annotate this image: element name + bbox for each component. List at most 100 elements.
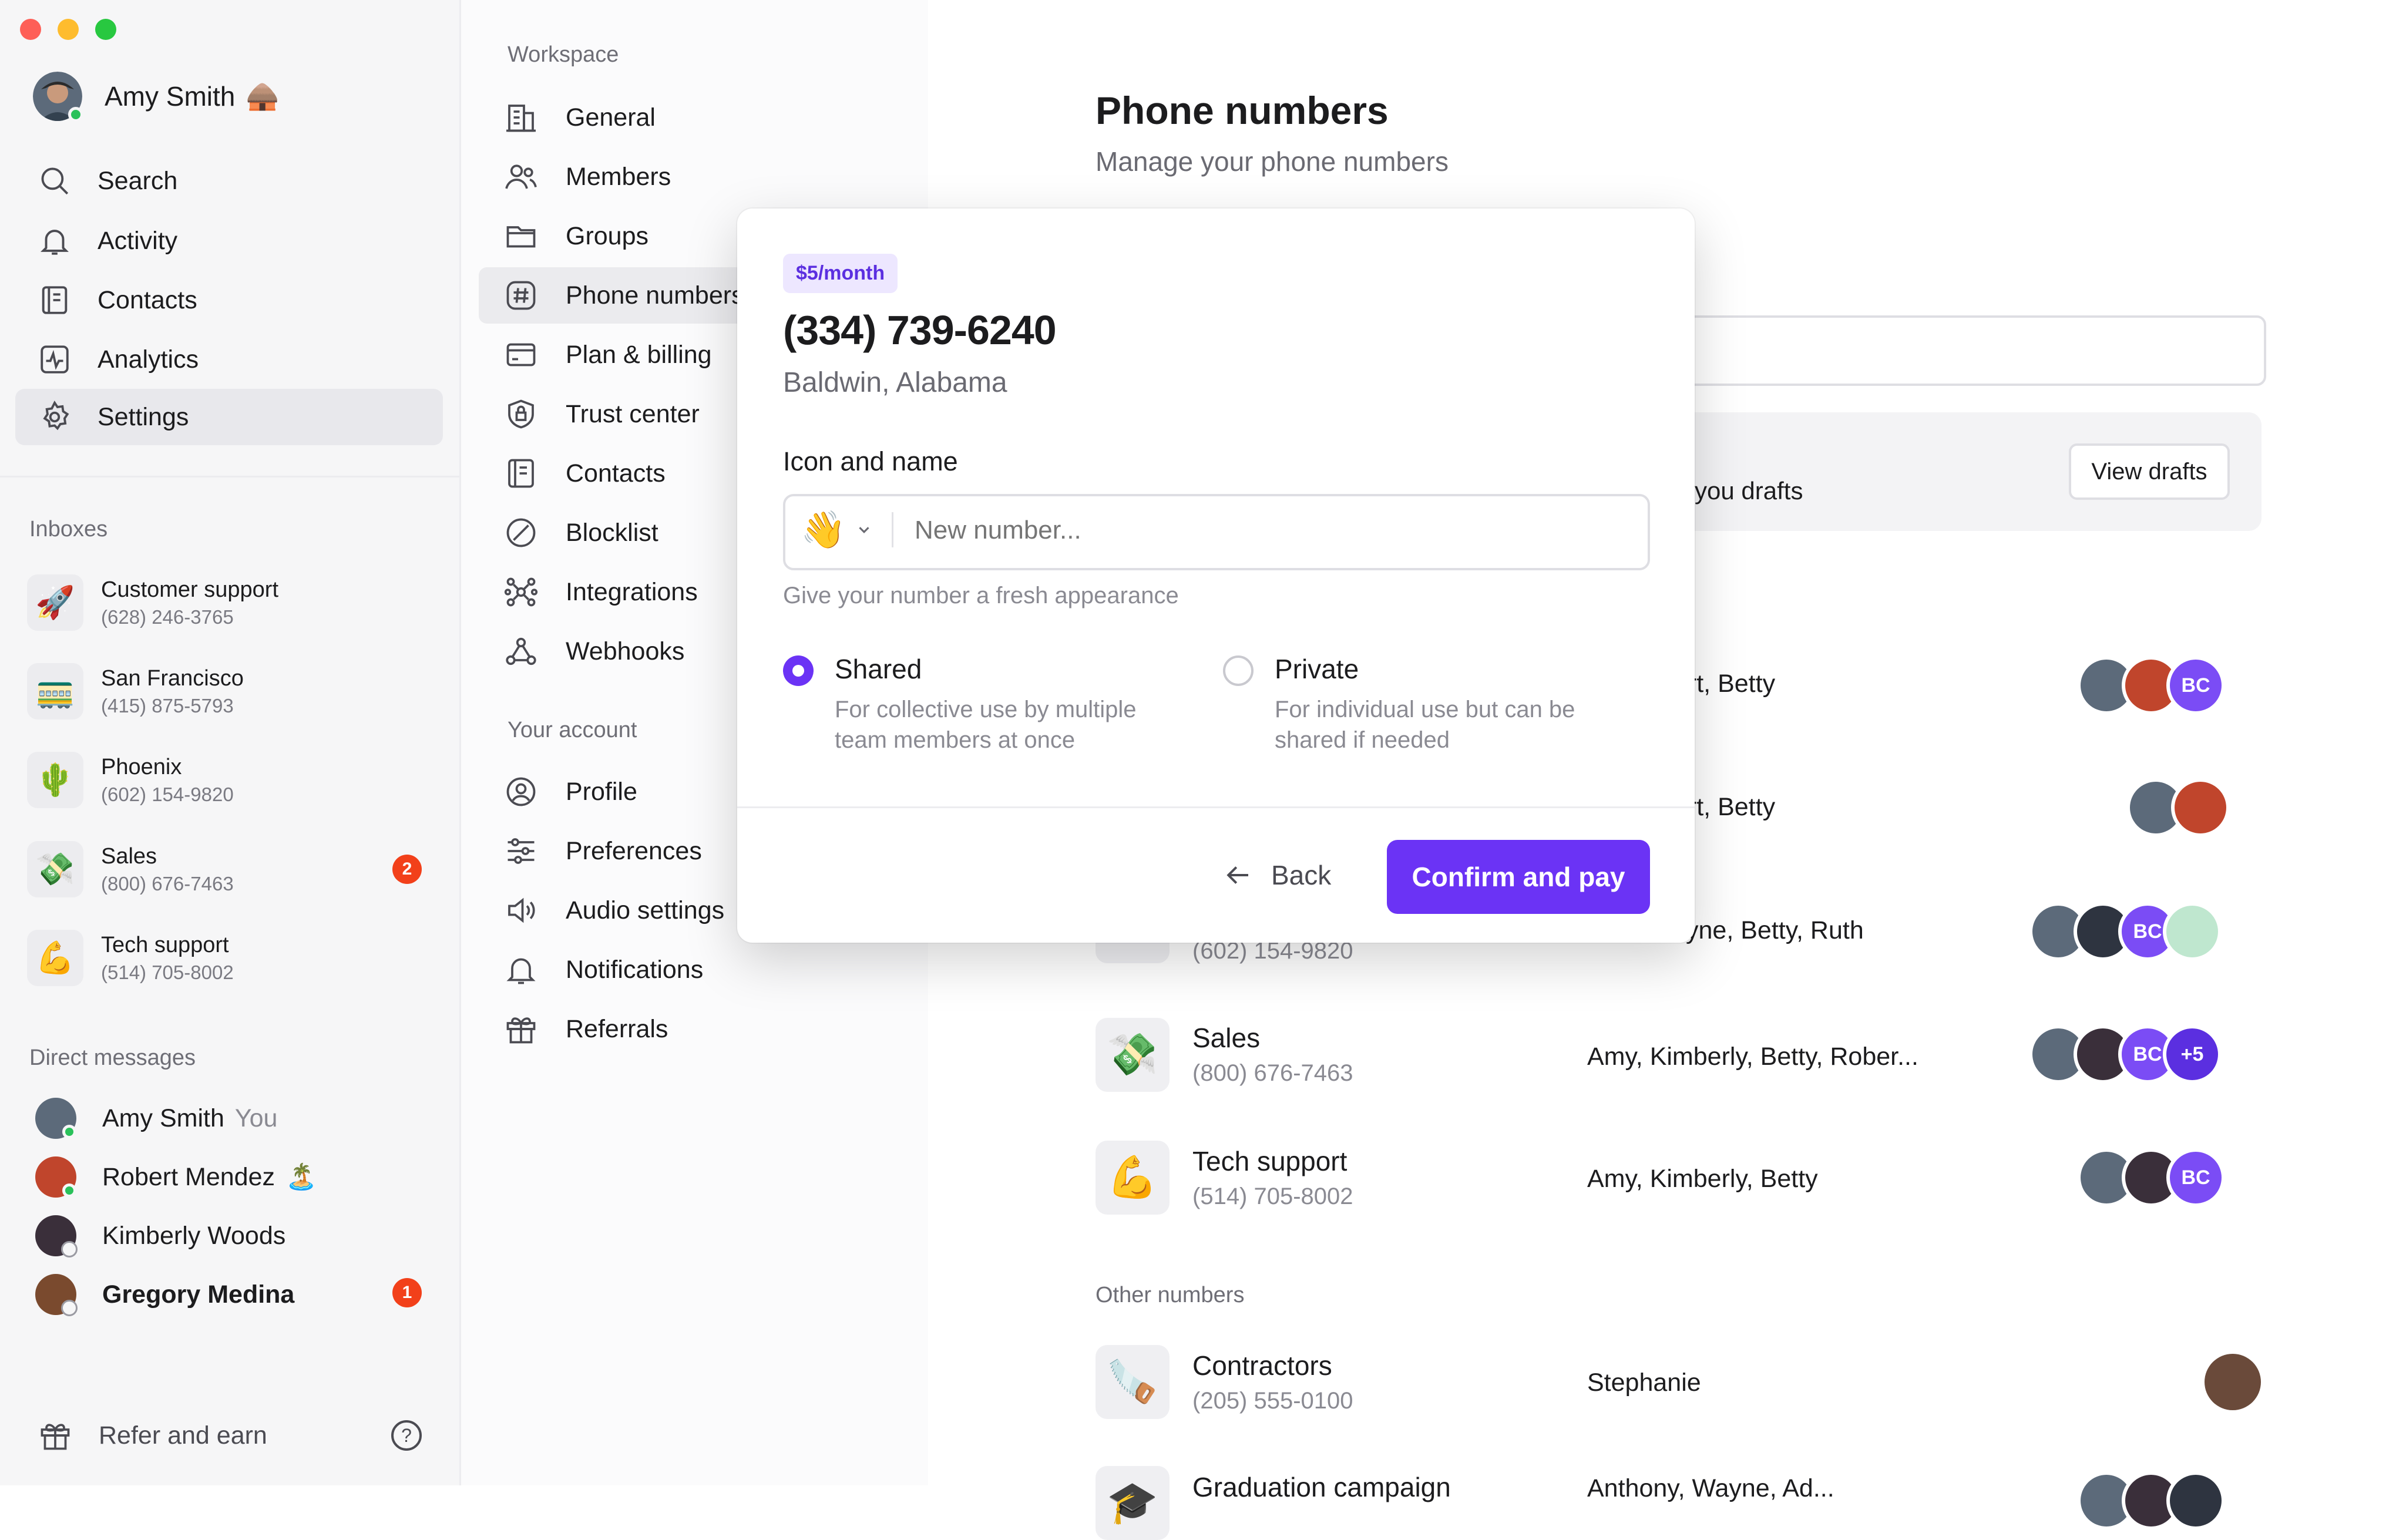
avatar [35,1274,78,1316]
status-emoji: 🛖 [246,80,280,111]
settings-general[interactable]: General [479,89,749,146]
direct-messages-label: Direct messages [29,1045,196,1070]
bell-icon [38,224,72,258]
settings-label: Referrals [566,1014,668,1043]
help-button[interactable]: ? [391,1420,422,1451]
table-row[interactable]: 💪 [1096,1141,1170,1215]
settings-notifications[interactable]: Notifications [479,942,749,998]
graduation-cap-icon: 🎓 [1096,1466,1170,1540]
inboxes-label: Inboxes [29,517,108,542]
refer-and-earn[interactable]: Refer and earn [38,1418,267,1453]
nav-activity[interactable]: Activity [15,213,443,269]
window-maximize-button[interactable] [95,19,116,40]
money-icon: 💸 [27,841,83,897]
back-button[interactable]: Back [1222,858,1331,893]
row-members: yne, Betty, Ruth [1686,916,1864,944]
inbox-name: Sales [101,843,157,869]
settings-members[interactable]: Members [479,149,749,205]
nav-label: Activity [98,226,178,255]
settings-contacts[interactable]: Contacts [479,445,749,502]
hash-icon [503,278,539,313]
integrations-icon [503,574,539,610]
nav-settings[interactable]: Settings [15,389,443,445]
flexed-arm-icon: 💪 [1096,1141,1170,1215]
settings-label: Groups [566,221,649,250]
member-avatars: BC [2077,1148,2225,1207]
radio-private[interactable] [1223,655,1254,686]
avatar [35,1215,78,1257]
refer-label: Refer and earn [99,1421,267,1450]
settings-preferences[interactable]: Preferences [479,823,749,879]
inbox-phone: (800) 676-7463 [101,872,234,895]
away-indicator [61,1241,78,1257]
divider [0,476,459,478]
settings-plan-billing[interactable]: Plan & billing [479,327,749,383]
online-indicator [62,1183,76,1198]
member-avatars [2077,1471,2225,1530]
bell-icon [503,952,539,987]
user-name: Amy Smith [105,80,236,112]
table-row[interactable]: 💸 [1096,1018,1170,1092]
user-profile[interactable] [33,72,83,122]
table-row[interactable]: 🎓 [1096,1466,1170,1540]
nav-search[interactable]: Search [15,153,443,209]
avatar: BC [2166,656,2225,715]
inbox-san-francisco[interactable]: 🚃 San Francisco (415) 875-5793 [27,656,438,727]
settings-trust-center[interactable]: Trust center [479,386,749,442]
nav-label: Contacts [98,285,197,314]
radio-shared[interactable] [783,655,814,686]
row-phone: (514) 705-8002 [1192,1183,1353,1209]
modal-location: Baldwin, Alabama [783,367,1007,398]
rocket-icon: 🚀 [27,574,83,631]
settings-webhooks[interactable]: Webhooks [479,623,749,680]
settings-audio[interactable]: Audio settings [479,882,749,939]
dm-kimberly-woods[interactable]: Kimberly Woods [35,1208,441,1264]
price-badge: $5/month [783,254,898,293]
number-name-input[interactable] [913,508,1621,553]
inbox-phoenix[interactable]: 🌵 Phoenix (602) 154-9820 [27,745,438,815]
search-icon [38,164,72,198]
inbox-phone: (628) 246-3765 [101,606,234,628]
settings-groups[interactable]: Groups [479,208,749,264]
confirm-and-pay-button[interactable]: Confirm and pay [1387,840,1650,914]
back-label: Back [1271,860,1332,890]
nav-analytics[interactable]: Analytics [15,331,443,388]
avatar [35,1156,76,1198]
nav-contacts[interactable]: Contacts [15,272,443,328]
inbox-name: Phoenix [101,754,182,779]
settings-profile[interactable]: Profile [479,764,749,820]
option-desc-line1: For individual use but can be [1275,697,1575,722]
settings-phone-numbers[interactable]: Phone numbers [479,267,755,324]
tram-icon: 🚃 [27,663,83,719]
window-minimize-button[interactable] [58,19,79,40]
member-avatars [2126,778,2230,837]
contacts-icon [503,456,539,491]
offline-indicator [61,1300,78,1316]
inbox-sales[interactable]: 💸 Sales (800) 676-7463 [27,834,438,905]
inbox-tech-support[interactable]: 💪 Tech support (514) 705-8002 [27,923,438,993]
settings-referrals[interactable]: Referrals [479,1001,749,1057]
settings-integrations[interactable]: Integrations [479,564,749,620]
avatar-overflow-count: +5 [2163,1025,2222,1084]
dm-amy-smith[interactable]: Amy Smith You [35,1090,441,1146]
view-drafts-button[interactable]: View drafts [2069,443,2230,500]
nav-label: Search [98,166,178,195]
user-name-row[interactable]: Amy Smith 🛖 [105,80,280,112]
row-name: Contractors [1192,1350,1332,1381]
settings-blocklist[interactable]: Blocklist [479,505,749,561]
dm-robert-mendez[interactable]: Robert Mendez 🏝️ [35,1149,441,1205]
option-desc-line2: team members at once [835,727,1076,753]
dm-gregory-medina[interactable]: Gregory Medina [35,1266,441,1323]
window-close-button[interactable] [20,19,41,40]
settings-label: Profile [566,777,637,806]
gift-icon [503,1011,539,1047]
settings-label: Blocklist [566,518,658,547]
dm-name: Robert Mendez [102,1162,275,1191]
inbox-customer-support[interactable]: 🚀 Customer support (628) 246-3765 [27,567,438,638]
row-name: Graduation campaign [1192,1472,1451,1502]
sidebar: Amy Smith 🛖 Search Activity Contacts Ana… [0,0,461,1485]
contacts-icon [38,283,72,317]
arrow-left-icon [1222,859,1254,891]
emoji-picker[interactable]: 👋 [801,506,873,553]
table-row[interactable]: 🪚 [1096,1345,1170,1419]
